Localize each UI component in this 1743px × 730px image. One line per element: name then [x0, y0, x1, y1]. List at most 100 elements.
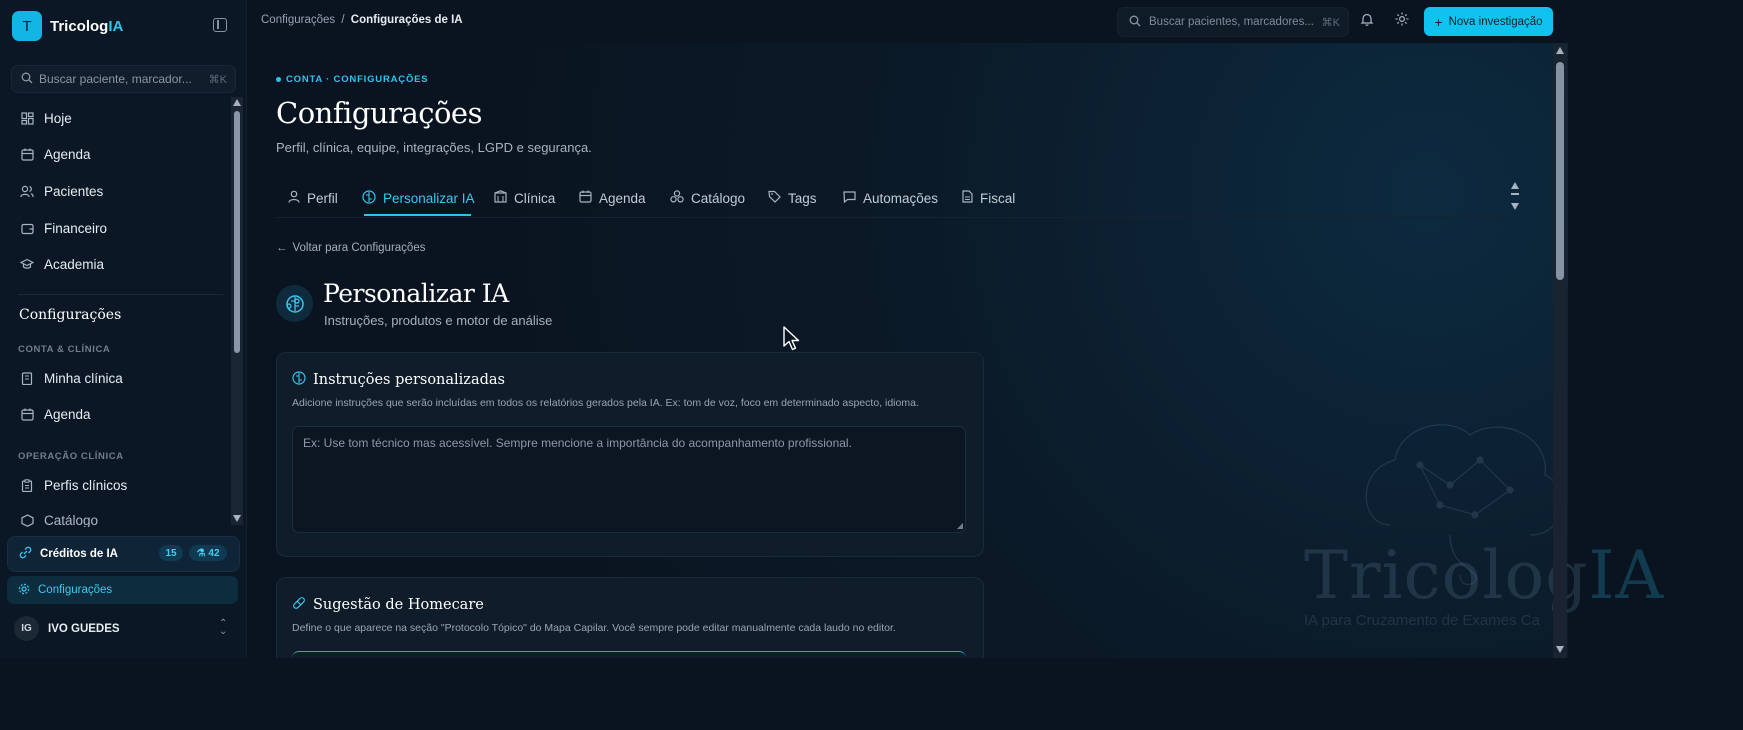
homecare-card: Sugestão de Homecare Define o que aparec… — [276, 577, 984, 658]
sun-icon[interactable] — [1393, 12, 1411, 30]
tab-perfil[interactable]: Perfil — [288, 190, 338, 206]
tab-catalogo[interactable]: Catálogo — [670, 190, 745, 206]
search-icon — [21, 72, 33, 87]
active-tab-indicator — [364, 214, 471, 216]
tab-personalizar-ia[interactable]: Personalizar IA — [362, 190, 475, 207]
tab-automacoes[interactable]: Automações — [843, 190, 938, 206]
file-icon — [962, 190, 973, 206]
section-title: Personalizar IA — [323, 279, 509, 308]
sidebar-collapse-icon[interactable] — [213, 18, 227, 32]
tab-label: Clínica — [514, 190, 556, 206]
search-shortcut: ⌘K — [208, 73, 227, 86]
sidebar-item-label: Academia — [44, 257, 105, 272]
scroll-up-arrow-icon[interactable] — [1556, 47, 1564, 54]
tab-label: Perfil — [307, 190, 338, 206]
back-link[interactable]: ← Voltar para Configurações — [276, 242, 425, 254]
sidebar-search-input[interactable]: Buscar paciente, marcador... ⌘K — [11, 65, 236, 93]
homecare-field[interactable] — [292, 651, 966, 658]
wallet-icon — [20, 222, 34, 236]
sidebar-item-agenda[interactable]: Agenda — [20, 147, 91, 162]
search-icon — [1129, 15, 1141, 30]
scroll-down-arrow-icon[interactable] — [1556, 646, 1564, 653]
sidebar-item-agenda-settings[interactable]: Agenda — [20, 407, 91, 422]
sidebar-item-catalogo[interactable]: Catálogo — [20, 513, 98, 527]
resize-handle-icon[interactable]: ◢ — [957, 521, 963, 530]
plus-icon: + — [1434, 13, 1443, 30]
scroll-down-arrow-icon[interactable] — [233, 515, 241, 522]
box-icon — [20, 513, 34, 528]
cubes-icon — [670, 190, 684, 206]
homecare-title-text: Sugestão de Homecare — [313, 597, 484, 613]
sidebar-item-perfis-clinicos[interactable]: Perfis clínicos — [20, 478, 127, 493]
sidebar-clipped-area: Catálogo — [0, 505, 230, 527]
sidebar-item-label: Perfis clínicos — [44, 478, 128, 493]
homecare-description: Define o que aparece na seção "Protocolo… — [292, 622, 896, 634]
section-subtitle: Instruções, produtos e motor de análise — [324, 313, 553, 328]
credits-count-badge: 15 — [159, 545, 183, 561]
textarea-placeholder: Ex: Use tom técnico mas acessível. Sempr… — [303, 436, 852, 450]
breadcrumb: Configurações / Configurações de IA — [261, 14, 463, 26]
scroll-up-arrow-icon[interactable] — [233, 99, 241, 106]
brand[interactable]: T TricologIA — [12, 11, 123, 41]
tab-agenda[interactable]: Agenda — [579, 190, 646, 206]
tabs-scroll-thumb[interactable] — [1511, 193, 1519, 195]
custom-instructions-textarea[interactable]: Ex: Use tom técnico mas acessível. Sempr… — [292, 426, 966, 533]
sidebar-item-financeiro[interactable]: Financeiro — [20, 221, 107, 236]
sidebar-item-pacientes[interactable]: Pacientes — [20, 184, 103, 199]
sidebar-scrollbar[interactable] — [231, 97, 243, 525]
global-search-input[interactable]: Buscar pacientes, marcadores... ⌘K — [1117, 7, 1349, 37]
brain-icon — [362, 190, 376, 207]
page-subtitle: Perfil, clínica, equipe, integrações, LG… — [276, 140, 592, 155]
sidebar-section-operation: OPERAÇÃO CLÍNICA — [18, 451, 124, 462]
breadcrumb-separator: / — [341, 14, 345, 26]
instructions-card-title: Instruções personalizadas — [292, 371, 505, 389]
sidebar-item-label: Pacientes — [44, 184, 104, 199]
sidebar-item-label: Minha clínica — [44, 371, 123, 386]
tab-clinica[interactable]: Clínica — [494, 190, 555, 206]
tabs-scroll-control[interactable] — [1508, 180, 1522, 216]
main-scroll-thumb[interactable] — [1556, 62, 1564, 280]
users-icon — [20, 185, 34, 199]
watermark-brand: TricologIA — [1304, 537, 1665, 614]
tag-icon — [768, 190, 781, 206]
sidebar-item-label: Agenda — [44, 407, 91, 422]
sidebar-item-academia[interactable]: Academia — [19, 257, 105, 272]
sidebar-item-minha-clinica[interactable]: Minha clínica — [20, 371, 123, 386]
user-menu[interactable]: IG IVO GUEDES — [14, 616, 120, 641]
tab-label: Catálogo — [691, 190, 746, 206]
main-scrollbar[interactable] — [1553, 44, 1567, 658]
sidebar-scroll-thumb[interactable] — [234, 111, 240, 353]
sidebar-item-configuracoes[interactable]: Configurações — [7, 576, 238, 604]
brain-icon — [292, 371, 306, 389]
sidebar-item-label: Catálogo — [44, 513, 99, 527]
sidebar-item-hoje[interactable]: Hoje — [20, 111, 72, 126]
instructions-card: Instruções personalizadas Adicione instr… — [276, 352, 984, 557]
breadcrumb-parent-link[interactable]: Configurações — [261, 14, 335, 26]
tab-fiscal[interactable]: Fiscal — [962, 190, 1015, 206]
tab-label: Fiscal — [980, 190, 1016, 206]
ai-credits[interactable]: Créditos de IA 15 ⚗ 42 — [7, 536, 240, 572]
sidebar-item-label: Configurações — [38, 584, 113, 596]
tab-tags[interactable]: Tags — [768, 190, 817, 206]
grid-icon — [20, 111, 34, 126]
arrow-left-icon: ← — [276, 242, 288, 254]
instructions-description: Adicione instruções que serão incluídas … — [292, 397, 919, 409]
flask-icon: ⚗ — [196, 547, 206, 559]
sidebar-search-placeholder: Buscar paciente, marcador... — [39, 72, 192, 86]
link-icon — [19, 546, 32, 562]
watermark-tagline: IA para Cruzamento de Exames Ca — [1304, 612, 1540, 629]
graduation-cap-icon — [19, 258, 35, 272]
tabs-scroll-down-icon[interactable] — [1511, 203, 1519, 210]
page-title: Configurações — [276, 96, 482, 130]
sidebar-divider — [18, 294, 223, 295]
tab-label: Agenda — [599, 190, 646, 206]
sidebar-item-label: Agenda — [44, 147, 91, 162]
search-shortcut: ⌘K — [1321, 16, 1340, 29]
new-investigation-button[interactable]: + Nova investigação — [1424, 7, 1553, 36]
instructions-title-text: Instruções personalizadas — [313, 372, 505, 388]
chevron-up-down-icon[interactable]: ⌃ ⌄ — [219, 619, 227, 637]
ai-credits-label: Créditos de IA — [40, 548, 118, 560]
bell-icon[interactable] — [1358, 12, 1376, 30]
sidebar-settings-heading: Configurações — [19, 307, 122, 323]
tabs-scroll-up-icon[interactable] — [1511, 182, 1519, 189]
